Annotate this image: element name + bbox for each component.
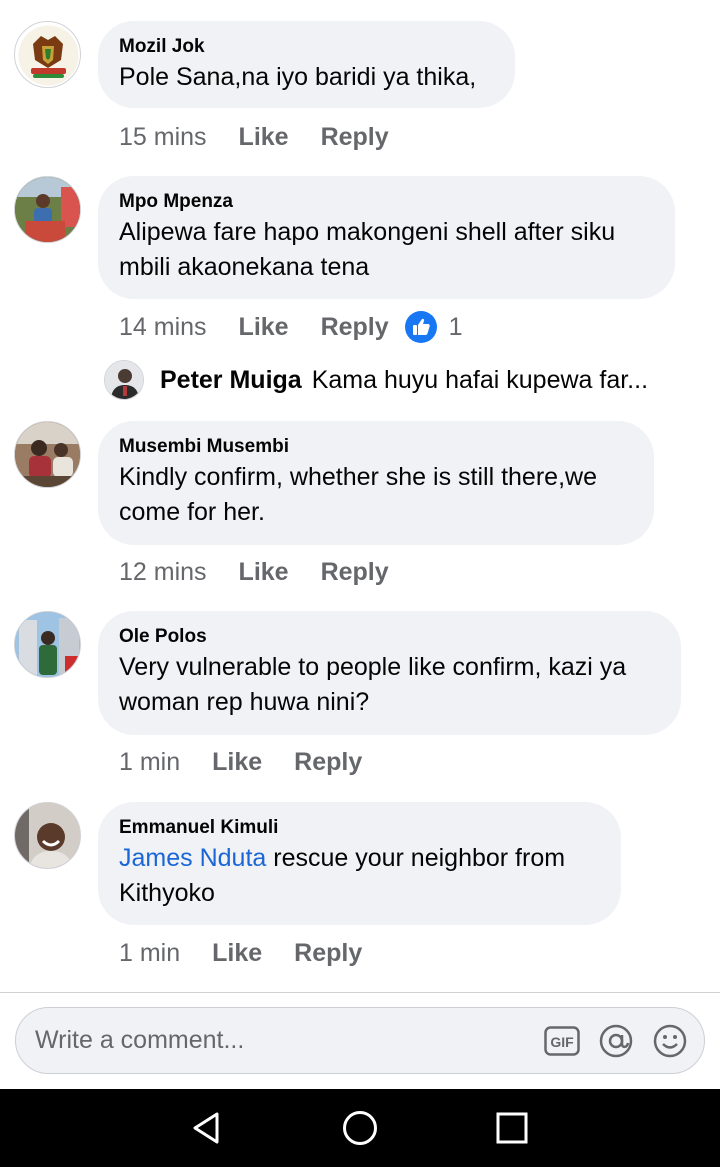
avatar[interactable]	[14, 176, 81, 243]
comment-text: Very vulnerable to people like confirm, …	[119, 653, 627, 716]
comment-time[interactable]: 12 mins	[119, 558, 207, 587]
comment-time[interactable]: 15 mins	[119, 123, 207, 152]
comment-actions: 1 min Like Reply	[119, 744, 362, 780]
like-button[interactable]: Like	[239, 558, 289, 587]
comment-bubble: Ole Polos Very vulnerable to people like…	[98, 611, 681, 735]
comment-bubble: Mozil Jok Pole Sana,na iyo baridi ya thi…	[98, 21, 515, 108]
comment-time[interactable]: 1 min	[119, 748, 180, 777]
comment-time[interactable]: 1 min	[119, 939, 180, 968]
mention-link[interactable]: James Nduta	[119, 844, 266, 872]
comment-bubble: Mpo Mpenza Alipewa fare hapo makongeni s…	[98, 176, 675, 299]
reply-author[interactable]: Peter Muiga	[160, 366, 302, 395]
comment-composer[interactable]: Write a comment... GIF	[15, 1007, 705, 1074]
comment-input[interactable]: Write a comment...	[35, 1026, 544, 1055]
back-triangle-icon[interactable]	[186, 1108, 226, 1148]
comment-author[interactable]: Mpo Mpenza	[119, 191, 653, 213]
comment-text: Pole Sana,na iyo baridi ya thika,	[119, 63, 477, 91]
reply-button[interactable]: Reply	[321, 313, 389, 342]
svg-text:GIF: GIF	[550, 1034, 574, 1050]
comment-actions: 14 mins Like Reply 1	[119, 309, 463, 345]
recents-square-icon[interactable]	[492, 1108, 532, 1148]
avatar[interactable]	[14, 611, 81, 678]
like-button[interactable]: Like	[212, 939, 262, 968]
reaction-summary[interactable]: 1	[404, 311, 463, 343]
like-button[interactable]: Like	[239, 313, 289, 342]
reply-button[interactable]: Reply	[321, 558, 389, 587]
reply-text: Kama huyu hafai kupewa far...	[311, 365, 649, 394]
comment-text: James Nduta rescue your neighbor from Ki…	[119, 841, 599, 911]
emoji-icon[interactable]	[652, 1023, 688, 1059]
comment-author[interactable]: Mozil Jok	[119, 36, 493, 58]
comment-author[interactable]: Ole Polos	[119, 626, 659, 648]
comment-actions: 1 min Like Reply	[119, 935, 362, 971]
reply-preview[interactable]: Peter Muiga Kama huyu hafai kupewa far..…	[104, 359, 704, 401]
comment-time[interactable]: 14 mins	[119, 313, 207, 342]
thumbs-up-icon	[404, 311, 437, 343]
like-button[interactable]: Like	[212, 748, 262, 777]
reply-button[interactable]: Reply	[294, 748, 362, 777]
reaction-count: 1	[448, 312, 463, 341]
system-nav-bar	[0, 1089, 720, 1167]
reply-button[interactable]: Reply	[294, 939, 362, 968]
comment-author[interactable]: Emmanuel Kimuli	[119, 817, 599, 839]
home-circle-icon[interactable]	[340, 1108, 380, 1148]
comment-bubble: Emmanuel Kimuli James Nduta rescue your …	[98, 802, 621, 925]
divider	[0, 992, 720, 993]
comment-actions: 15 mins Like Reply	[119, 119, 389, 155]
comment-author[interactable]: Musembi Musembi	[119, 436, 632, 458]
comment-text: Alipewa fare hapo makongeni shell after …	[119, 218, 616, 281]
comment-bubble: Musembi Musembi Kindly confirm, whether …	[98, 421, 654, 545]
like-button[interactable]: Like	[239, 123, 289, 152]
avatar[interactable]	[14, 802, 81, 869]
avatar[interactable]	[14, 421, 81, 488]
mention-at-icon[interactable]	[598, 1023, 634, 1059]
comment-actions: 12 mins Like Reply	[119, 554, 389, 590]
avatar[interactable]	[104, 360, 144, 400]
avatar[interactable]	[14, 21, 81, 88]
reply-button[interactable]: Reply	[321, 123, 389, 152]
comment-text: Kindly confirm, whether she is still the…	[119, 463, 597, 526]
gif-icon[interactable]: GIF	[544, 1023, 580, 1059]
